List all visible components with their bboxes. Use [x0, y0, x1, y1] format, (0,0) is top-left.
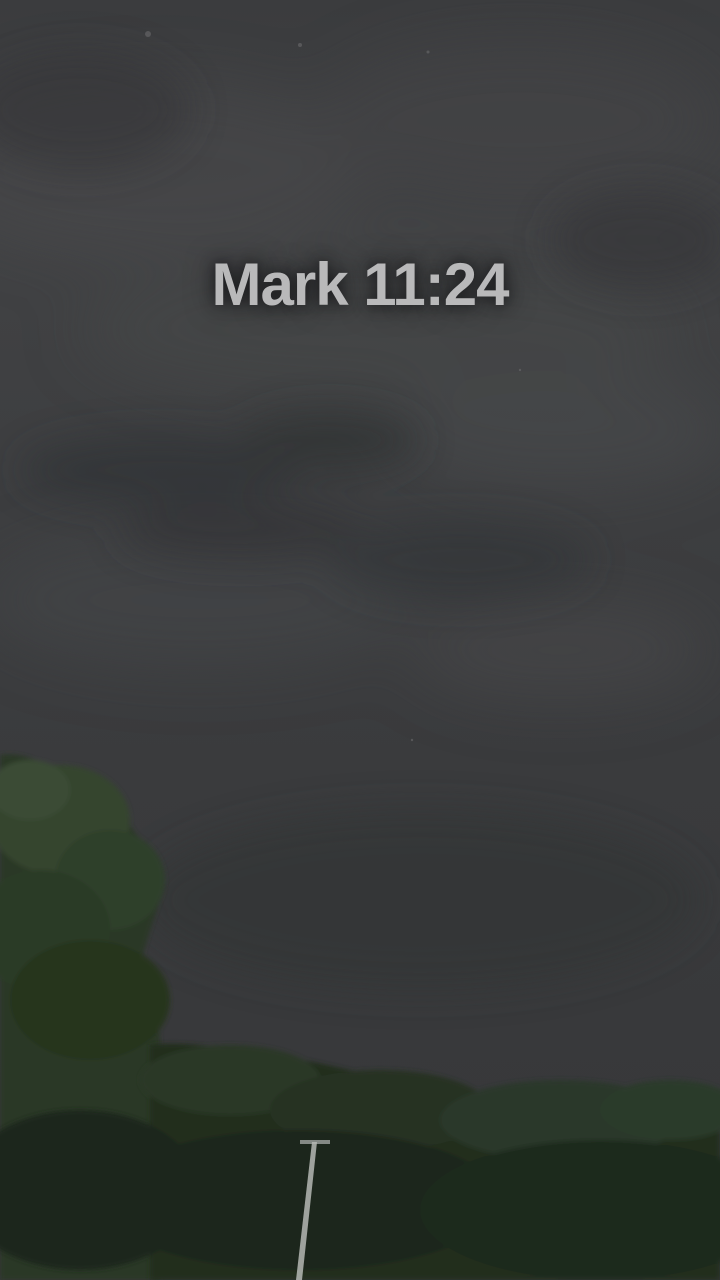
tree-canopy [0, 754, 720, 1280]
video-frame: Mark 11:24 [0, 0, 720, 1280]
verse-caption: Mark 11:24 [211, 251, 510, 318]
